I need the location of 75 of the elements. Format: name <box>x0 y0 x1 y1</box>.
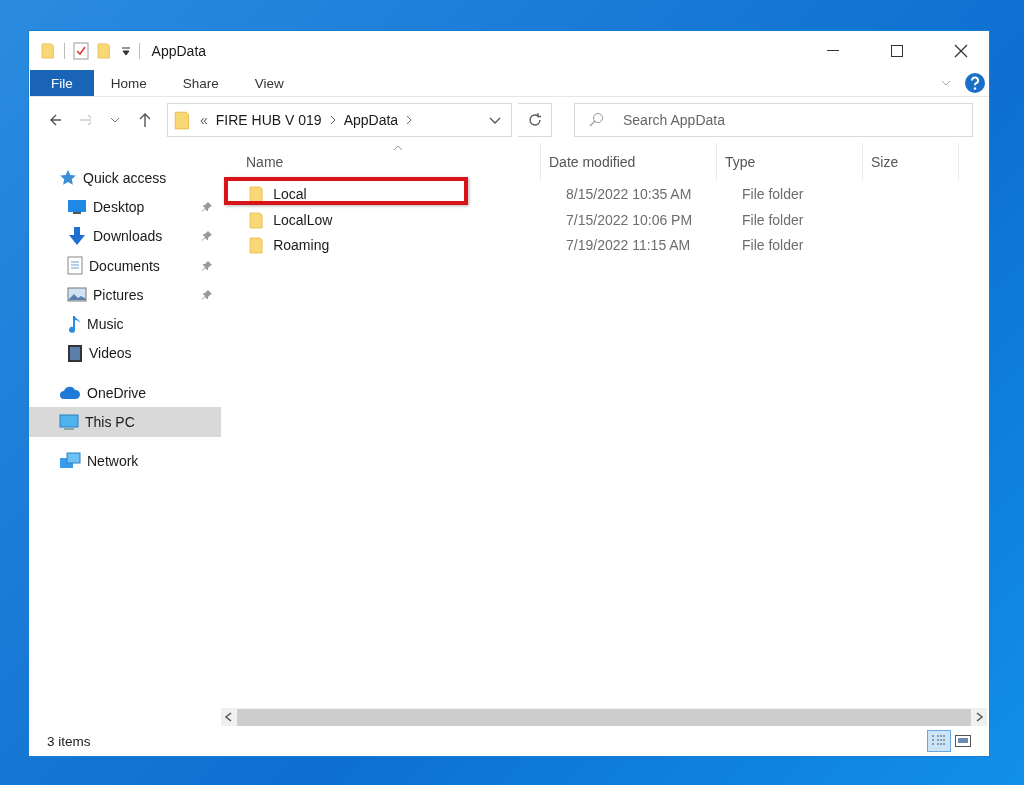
column-header[interactable]: Size <box>863 143 959 181</box>
nav-item[interactable]: Documents <box>29 250 221 281</box>
nav-item[interactable]: Downloads <box>29 221 221 251</box>
chevron-icon[interactable] <box>406 115 413 125</box>
star-icon <box>59 169 77 187</box>
left-arrow-icon <box>49 114 61 126</box>
details-list-icon <box>931 734 947 748</box>
nav-item[interactable]: Videos <box>29 338 221 369</box>
nav-item[interactable]: Pictures <box>29 280 221 310</box>
up-arrow-icon <box>139 112 151 128</box>
file-name[interactable]: LocalLow <box>273 211 333 228</box>
ribbon-tab[interactable]: Home <box>93 70 164 96</box>
file-name[interactable]: Roaming <box>273 237 330 254</box>
pin-icon <box>201 230 213 243</box>
overflow-chevrons[interactable]: « <box>200 112 208 128</box>
ribbon-tab[interactable]: Share <box>165 70 236 96</box>
breadcrumb[interactable]: AppData <box>343 112 399 128</box>
network-icon <box>59 452 81 471</box>
nav-item[interactable]: OneDrive <box>29 378 221 408</box>
window-title: AppData <box>151 42 208 59</box>
folder-icon <box>249 210 266 229</box>
folder-icon <box>249 236 266 255</box>
expand-ribbon-icon[interactable] <box>941 80 951 86</box>
maximize-icon <box>891 44 903 57</box>
date-cell-text: 7/19/2022 11:15 AM <box>565 237 692 254</box>
column-header[interactable]: Name <box>221 143 541 181</box>
chevron-down-icon <box>110 117 120 123</box>
date-cell-text: 8/15/2022 10:35 AM <box>565 185 693 202</box>
close-icon <box>954 43 968 58</box>
cloud-icon <box>59 385 81 400</box>
right-arrow-icon <box>79 114 91 126</box>
column-header[interactable]: Date modified <box>541 143 717 181</box>
refresh-icon <box>527 113 542 127</box>
help-icon[interactable] <box>965 73 985 93</box>
pin-icon <box>201 259 213 272</box>
search-icon <box>588 112 604 128</box>
picture-icon <box>67 287 87 303</box>
file-menu-button[interactable]: File <box>30 70 94 96</box>
music-note-icon <box>67 314 81 334</box>
folder-icon <box>249 184 266 203</box>
monitor-icon <box>67 198 87 215</box>
breadcrumb[interactable]: FIRE HUB V 019 <box>215 112 322 128</box>
large-icons-icon <box>955 735 971 747</box>
type-cell-text: File folder <box>741 185 805 202</box>
nav-item[interactable]: Desktop <box>29 192 221 222</box>
pin-icon <box>201 288 213 301</box>
checklist-icon <box>73 41 90 60</box>
nav-item[interactable]: This PC <box>29 407 221 437</box>
date-cell-text: 7/15/2022 10:06 PM <box>565 211 694 228</box>
ribbon-tab[interactable]: View <box>237 70 301 96</box>
sort-caret-icon <box>393 145 403 151</box>
dropdown-caret-icon[interactable] <box>120 45 131 56</box>
down-arrow-icon <box>67 227 87 246</box>
pin-icon <box>201 200 213 213</box>
folder-icon <box>41 42 57 59</box>
minimize-icon <box>827 49 839 52</box>
column-header[interactable]: Type <box>717 143 863 181</box>
film-icon <box>67 343 83 363</box>
address-bar[interactable]: « FIRE HUB V 019 AppData <box>167 103 512 137</box>
nav-item[interactable]: Quick access <box>29 163 221 193</box>
document-icon <box>67 256 83 276</box>
search-field[interactable]: Search AppData <box>574 103 973 137</box>
nav-item[interactable]: Music <box>29 309 221 339</box>
chevron-icon[interactable] <box>329 115 336 125</box>
refresh-button[interactable] <box>518 103 552 137</box>
item-count: 3 items <box>47 733 92 749</box>
folder-icon <box>97 42 113 59</box>
horizontal-scrollbar[interactable] <box>221 708 987 726</box>
dropdown-icon[interactable] <box>489 116 501 124</box>
file-name[interactable]: Local <box>273 185 307 202</box>
type-cell-text: File folder <box>741 211 805 228</box>
computer-icon <box>59 413 79 431</box>
nav-item[interactable]: Network <box>29 446 221 476</box>
folder-icon <box>174 110 192 130</box>
type-cell-text: File folder <box>741 237 805 254</box>
